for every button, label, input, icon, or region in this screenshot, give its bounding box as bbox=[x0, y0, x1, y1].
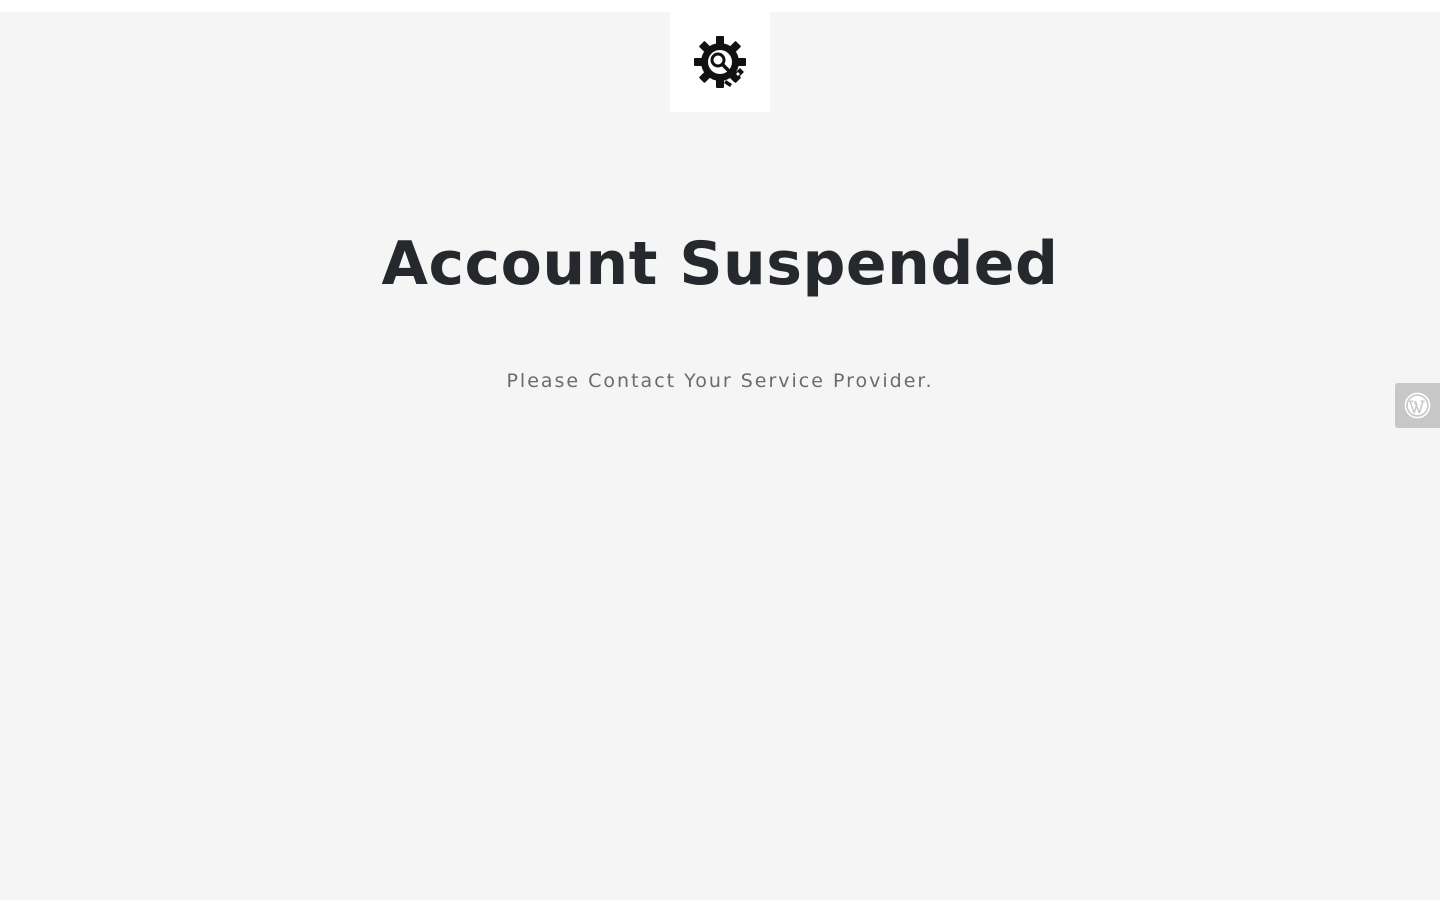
page: Account Suspended Please Contact Your Se… bbox=[0, 0, 1440, 900]
page-title: Account Suspended bbox=[381, 229, 1059, 299]
maintenance-gear-icon bbox=[694, 36, 746, 88]
site-logo bbox=[670, 12, 770, 112]
content-area bbox=[0, 12, 1440, 900]
wordpress-logo-icon bbox=[1404, 392, 1431, 419]
status-message: Please Contact Your Service Provider. bbox=[506, 370, 934, 392]
admin-bar-toggle-button[interactable] bbox=[1395, 383, 1440, 428]
